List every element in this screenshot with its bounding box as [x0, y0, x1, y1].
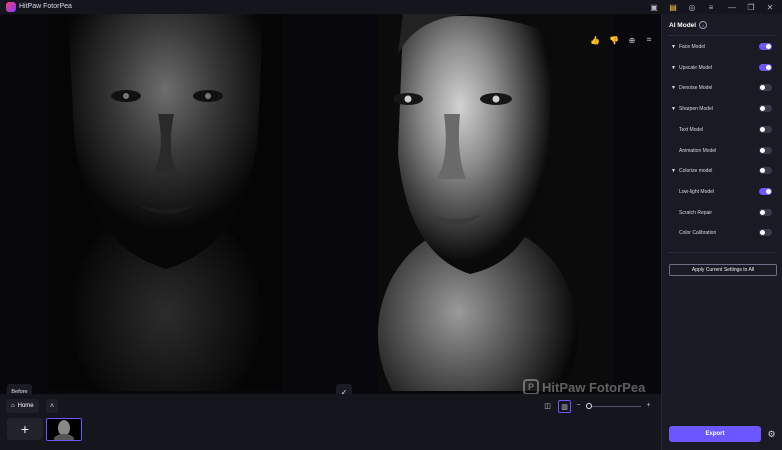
model-row: ▼ Face Model [662, 42, 782, 54]
model-row: ▼ Upscale Model [662, 63, 782, 75]
home-label: Home [17, 403, 34, 409]
model-row: Color Calibration [662, 228, 782, 240]
expand-arrow-icon[interactable]: ▼ [671, 168, 676, 174]
model-toggle[interactable] [759, 187, 772, 195]
chevron-up-icon: ˄ [49, 402, 55, 410]
collapse-button[interactable]: ˄ [46, 399, 58, 413]
model-label: Denoise Model [679, 85, 713, 92]
apply-settings-button[interactable]: Apply Current Settings to All [669, 264, 777, 276]
after-image [378, 14, 613, 391]
side-by-side-view-icon[interactable]: ▥ [558, 400, 571, 413]
watermark: P HitPaw FotorPea [523, 379, 645, 395]
split-view-icon[interactable]: ◫ [542, 400, 553, 411]
ai-model-panel: AI Model i ▼ Face Model ▼ Upscale Model ▼ Den… [661, 14, 782, 450]
gift-icon[interactable]: ▤ [667, 1, 679, 13]
model-toggle[interactable] [759, 84, 772, 92]
model-row: ▼ Colorize model [662, 166, 782, 178]
zoom-slider[interactable] [591, 406, 641, 407]
panel-title-text: AI Model [669, 21, 697, 29]
model-toggle[interactable] [759, 167, 772, 175]
model-label: Animation Model [679, 147, 717, 154]
model-row: Text Model [662, 125, 782, 137]
model-label: Colorize model [679, 168, 713, 175]
divider [668, 35, 777, 36]
thumbs-up-icon[interactable]: 👍 [589, 34, 601, 46]
preview-canvas: 👍 👎 ⊕ ⌗ Before ✓ P HitPaw FotorPea [0, 14, 661, 400]
zoom-in-plus-icon[interactable]: + [643, 400, 654, 411]
model-label: Text Model [679, 126, 704, 133]
home-button[interactable]: ⌂ Home [6, 399, 39, 413]
model-row: ▼ Denoise Model [662, 83, 782, 95]
model-toggle[interactable] [759, 229, 772, 237]
watermark-text: HitPaw FotorPea [542, 379, 646, 395]
gamepad-icon[interactable]: ▣ [648, 1, 660, 13]
expand-arrow-icon[interactable]: ▼ [671, 44, 676, 50]
export-button[interactable]: Export [669, 426, 761, 442]
gear-icon[interactable]: ⚙ [766, 429, 777, 440]
home-icon: ⌂ [11, 403, 15, 409]
maximize-icon[interactable]: ❐ [745, 1, 757, 13]
bottom-bar: ⌂ Home ˄ + ◫ ▥ − + [0, 394, 661, 450]
model-row: Animation Model [662, 146, 782, 158]
expand-arrow-icon[interactable]: ▼ [671, 65, 676, 71]
model-row: Low-light Model [662, 187, 782, 199]
zoom-out-icon[interactable]: − [573, 400, 584, 411]
model-toggle[interactable] [759, 43, 772, 50]
title-bar: HitPaw FotorPea ▣ ▤ ◎ ≡ — ❐ ✕ [0, 0, 782, 14]
model-toggle[interactable] [759, 125, 772, 133]
model-row: Scratch Repair [662, 208, 782, 220]
before-image [48, 14, 283, 391]
minimize-icon[interactable]: — [726, 1, 738, 13]
panel-title: AI Model i [669, 21, 708, 29]
model-label: Face Model [679, 44, 706, 50]
model-label: Low-light Model [679, 188, 715, 195]
app-logo [6, 2, 16, 12]
close-icon[interactable]: ✕ [764, 1, 776, 13]
expand-arrow-icon[interactable]: ▼ [671, 106, 676, 112]
zoom-in-icon[interactable]: ⊕ [626, 34, 638, 46]
zoom-slider-handle[interactable] [586, 403, 592, 409]
expand-arrow-icon[interactable]: ▼ [671, 85, 676, 91]
app-title: HitPaw FotorPea [19, 3, 72, 10]
model-label: Scratch Repair [679, 209, 713, 216]
model-toggle[interactable] [759, 146, 772, 154]
model-label: Color Calibration [679, 230, 717, 237]
image-thumbnail[interactable] [46, 418, 82, 441]
watermark-logo-icon: P [523, 379, 539, 395]
info-icon[interactable]: i [699, 21, 708, 29]
model-label: Upscale Model [679, 64, 713, 71]
plus-icon: + [20, 421, 30, 437]
model-toggle[interactable] [759, 208, 772, 216]
thumbs-down-icon[interactable]: 👎 [608, 34, 620, 46]
model-row: ▼ Sharpen Model [662, 104, 782, 116]
user-icon[interactable]: ◎ [686, 1, 698, 13]
crop-icon[interactable]: ⌗ [643, 34, 655, 46]
thumbnail-image [47, 419, 81, 440]
model-toggle[interactable] [759, 105, 772, 113]
model-toggle[interactable] [759, 63, 772, 71]
add-image-button[interactable]: + [7, 418, 43, 440]
model-label: Sharpen Model [679, 106, 713, 113]
menu-icon[interactable]: ≡ [705, 1, 717, 13]
divider [668, 252, 777, 253]
